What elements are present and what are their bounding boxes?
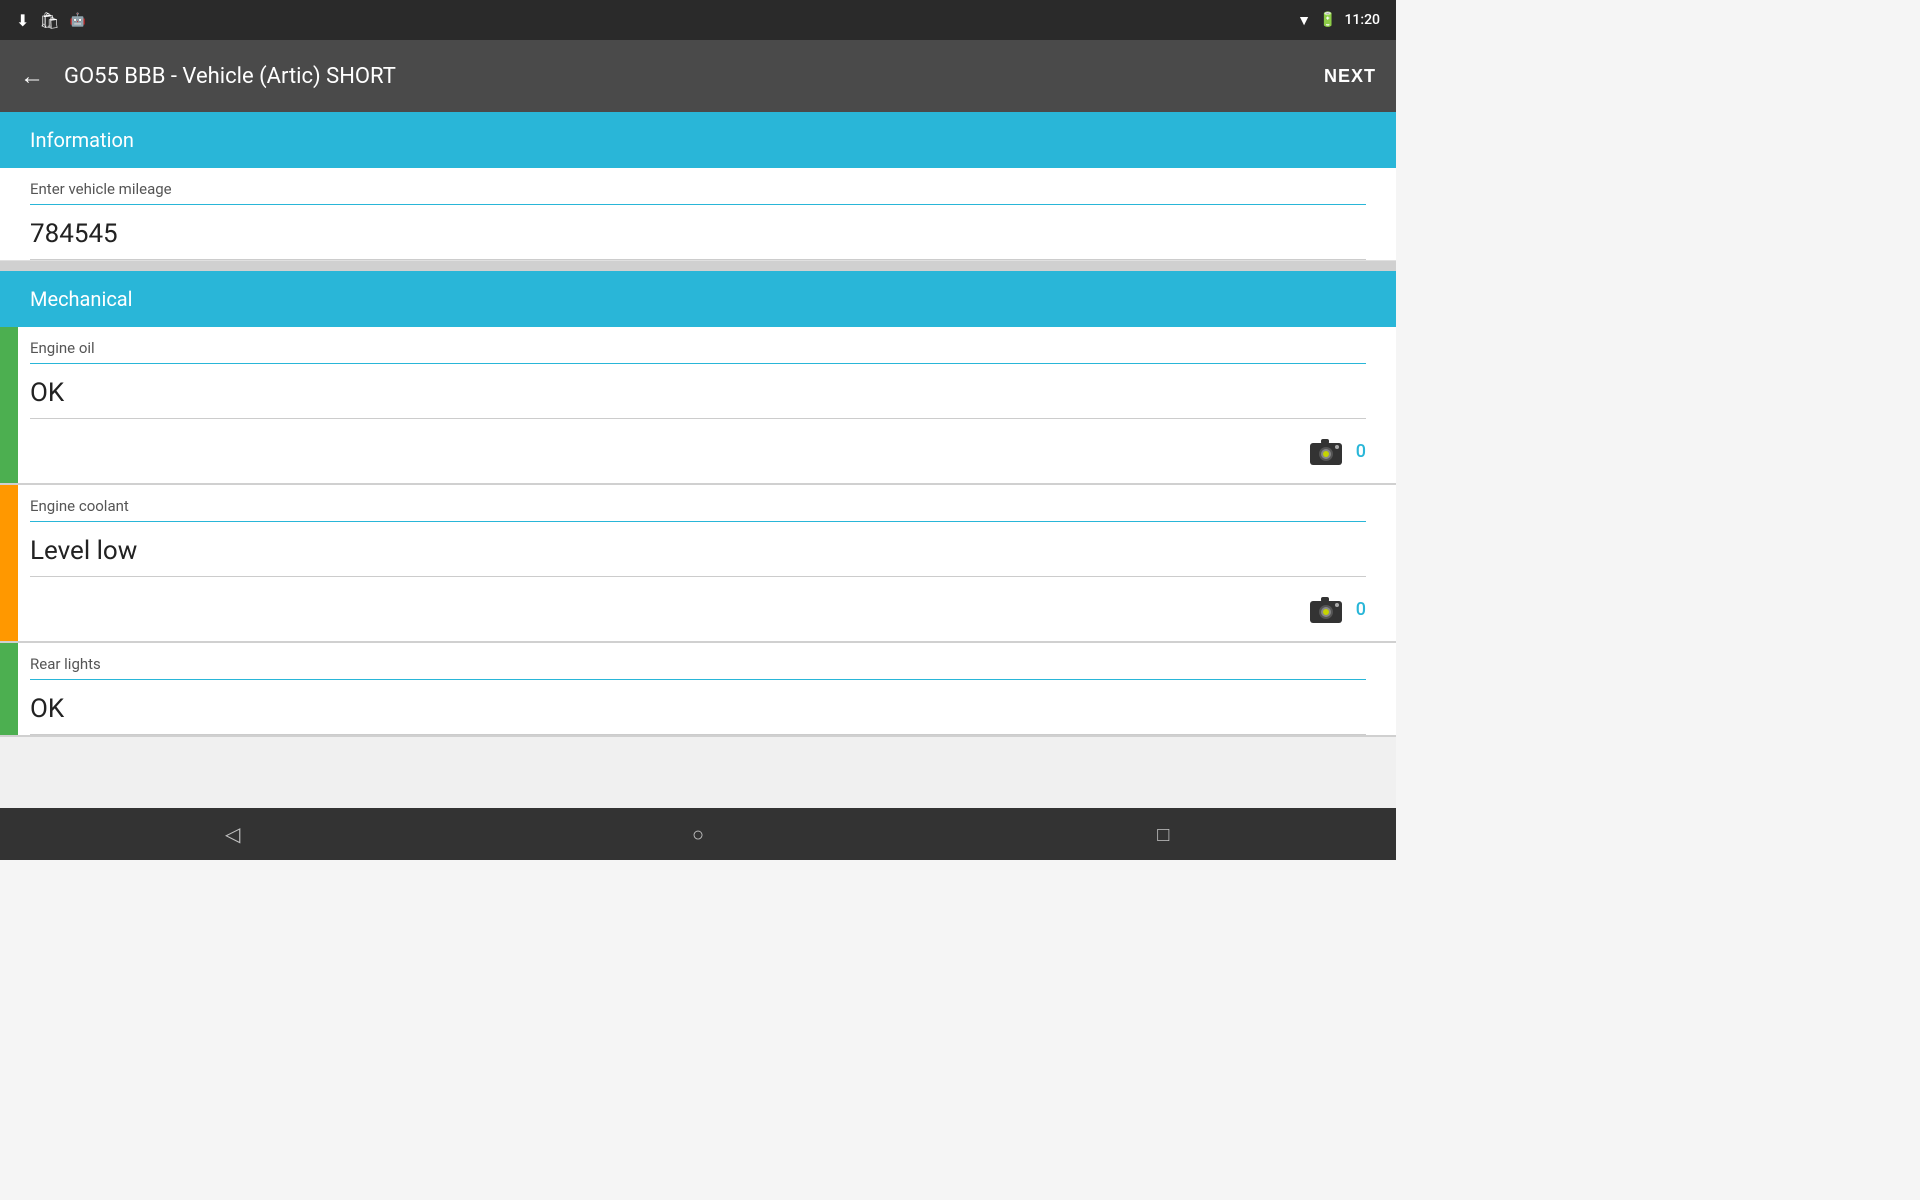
section-header-mechanical: Mechanical — [0, 271, 1396, 327]
field-inner-rear-lights: Rear lights OK — [18, 643, 1396, 735]
camera-icon-engine-coolant — [1308, 591, 1344, 627]
download-icon: ⬇ — [16, 11, 29, 30]
camera-count-engine-coolant: 0 — [1356, 599, 1366, 620]
field-value-engine-oil[interactable]: OK — [30, 364, 1366, 419]
next-button[interactable]: NEXT — [1324, 66, 1376, 87]
field-row-engine-coolant: Engine coolant Level low 0 — [0, 485, 1396, 643]
field-footer-engine-oil: 0 — [30, 419, 1366, 483]
field-label-engine-coolant: Engine coolant — [30, 497, 1366, 522]
camera-count-engine-oil: 0 — [1356, 441, 1366, 462]
camera-button-engine-oil[interactable] — [1304, 429, 1348, 473]
nav-recent-button[interactable]: □ — [1133, 808, 1193, 860]
section-header-information: Information — [0, 112, 1396, 168]
camera-button-engine-coolant[interactable] — [1304, 587, 1348, 631]
status-bar-engine-oil — [0, 327, 18, 483]
field-value-rear-lights[interactable]: OK — [30, 680, 1366, 735]
status-bar: ⬇ 🛍 🤖 ▼ 🔋 11:20 — [0, 0, 1396, 40]
nav-home-button[interactable]: ○ — [668, 808, 728, 860]
bottom-nav: ◁ ○ □ — [0, 808, 1396, 860]
field-inner-engine-coolant: Engine coolant Level low 0 — [18, 485, 1396, 641]
status-bar-right: ▼ 🔋 11:20 — [1297, 12, 1380, 29]
battery-icon: 🔋 — [1319, 12, 1336, 28]
page-title: GO55 BBB - Vehicle (Artic) SHORT — [64, 64, 1304, 89]
section-separator-1 — [0, 261, 1396, 271]
time-display: 11:20 — [1344, 12, 1380, 28]
field-label-rear-lights: Rear lights — [30, 655, 1366, 680]
main-content: Information Enter vehicle mileage 784545… — [0, 112, 1396, 808]
nav-back-button[interactable]: ◁ — [203, 808, 263, 860]
field-footer-engine-coolant: 0 — [30, 577, 1366, 641]
status-bar-rear-lights — [0, 643, 18, 735]
field-label-engine-oil: Engine oil — [30, 339, 1366, 364]
camera-icon-engine-oil — [1308, 433, 1344, 469]
field-label-vehicle-mileage: Enter vehicle mileage — [30, 180, 1366, 205]
field-inner-engine-oil: Engine oil OK 0 — [18, 327, 1396, 483]
status-bar-left: ⬇ 🛍 🤖 — [16, 11, 86, 30]
dev-icon: 🤖 — [70, 13, 86, 28]
field-value-vehicle-mileage[interactable]: 784545 — [30, 205, 1366, 260]
field-vehicle-mileage: Enter vehicle mileage 784545 — [0, 168, 1396, 261]
field-row-engine-oil: Engine oil OK 0 — [0, 327, 1396, 485]
field-row-rear-lights: Rear lights OK — [0, 643, 1396, 737]
status-bar-engine-coolant — [0, 485, 18, 641]
app-bar: ← GO55 BBB - Vehicle (Artic) SHORT NEXT — [0, 40, 1396, 112]
wifi-icon: ▼ — [1297, 12, 1311, 29]
field-value-engine-coolant[interactable]: Level low — [30, 522, 1366, 577]
back-button[interactable]: ← — [20, 62, 44, 91]
shopping-icon: 🛍 — [39, 11, 59, 30]
